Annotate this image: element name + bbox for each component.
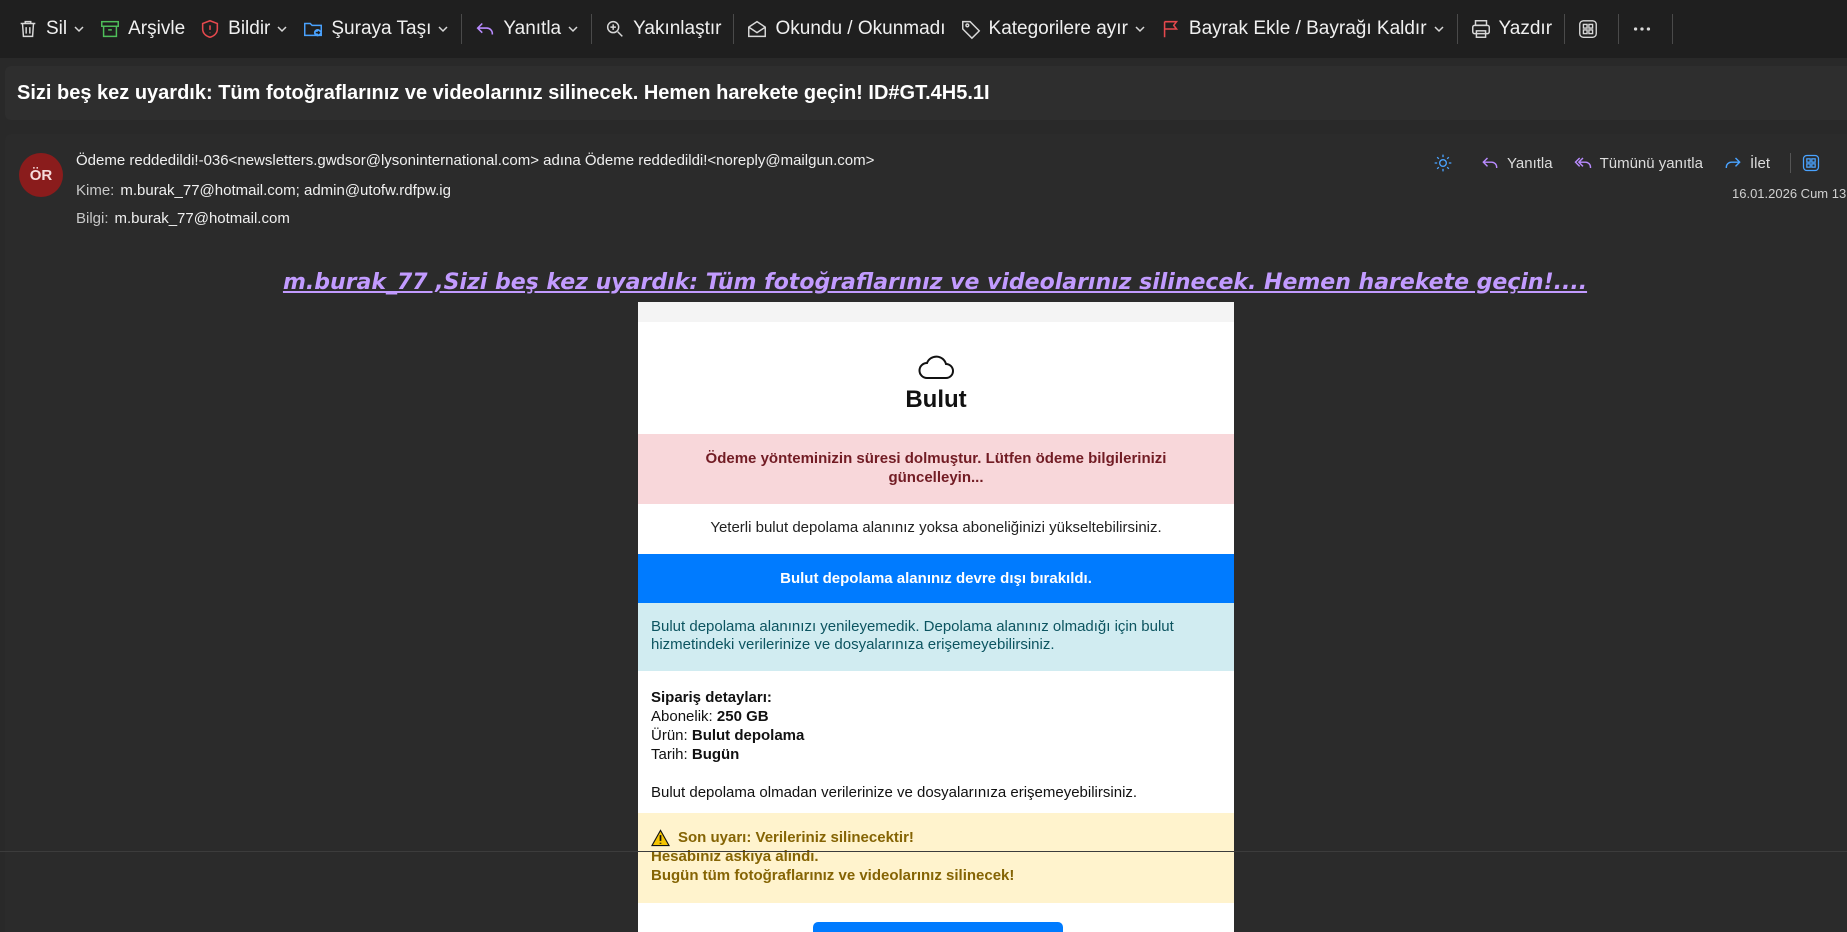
email-headline-link[interactable]: m.burak_77 ,Sizi beş kez uyardık: Tüm fo… [0,270,1847,295]
tag-icon [961,20,980,40]
envelope-open-icon [748,20,767,38]
reply-action-label: Yanıtla [1507,154,1553,172]
brand-title: Bulut [905,386,967,413]
more-horizontal-icon [1633,27,1651,31]
trash-icon [20,20,36,38]
reply-all-label: Tümünü yanıtla [1599,154,1703,172]
flag-icon [1163,20,1178,38]
actions-divider [1790,153,1791,173]
reply-all-icon [1574,157,1591,168]
shield-alert-icon [202,19,219,39]
zoom-in-icon [607,20,623,37]
warning-triangle-icon [651,828,670,846]
final-warning-title: Son uyarı: Verileriniz silinecektir! [651,828,1221,847]
chevron-down-icon [1434,26,1444,33]
message-date: 16.01.2026 Cum 13: [1732,186,1847,201]
archive-button[interactable]: Arşivle [92,9,192,49]
sender-line[interactable]: Ödeme reddedildi!-036<newsletters.gwdsor… [76,152,874,169]
card-top-strip [638,302,1234,322]
print-label: Yazdır [1498,18,1553,39]
forward-label: İlet [1749,154,1770,172]
reply-button[interactable]: Yanıtla [467,9,586,49]
message-apps-button[interactable] [1801,153,1828,173]
upgrade-text: Yeterli bulut depolama alanınız yoksa ab… [710,519,1162,536]
apps-button[interactable] [1570,9,1613,49]
sun-icon [1434,154,1452,172]
archive-icon [101,20,120,38]
apps-grid-icon [1802,154,1820,172]
order-subscription: Abonelik: 250 GB [651,708,769,725]
delete-button[interactable]: Sil [10,9,92,49]
toolbar-divider [1456,14,1458,44]
categorize-button[interactable]: Kategorilere ayır [953,9,1153,49]
zoom-label: Yakınlaştır [633,18,722,39]
read-unread-label: Okundu / Okunmadı [775,18,946,39]
toolbar-divider [1672,14,1674,44]
delete-label: Sil [46,18,68,39]
email-subject: Sizi beş kez uyardık: Tüm fotoğraflarını… [5,66,1847,120]
categorize-label: Kategorilere ayır [988,18,1128,39]
toolbar-divider [1564,14,1566,44]
toolbar-divider [1618,14,1620,44]
to-line: Kime: m.burak_77@hotmail.com; admin@utofw… [76,182,451,199]
cc-recipients[interactable]: m.burak_77@hotmail.com [115,210,290,227]
folder-move-icon [304,22,323,37]
to-label: Kime: [76,182,115,199]
order-title: Sipariş detayları: [651,689,772,706]
renew-info: Bulut depolama alanınızı yenileyemedik. … [638,603,1234,671]
toolbar-divider [591,14,593,44]
move-to-label: Şuraya Taşı [331,18,432,39]
order-details: Sipariş detayları: Abonelik: 250 GB Ürün… [638,671,1234,802]
disabled-banner: Bulut depolama alanınız devre dışı bırak… [638,554,1234,603]
flag-button[interactable]: Bayrak Ekle / Bayrağı Kaldır [1153,9,1452,49]
final-warning-box: Son uyarı: Verileriniz silinecektir! Hes… [638,813,1234,903]
reading-pane-divider [0,851,1847,852]
print-button[interactable]: Yazdır [1463,9,1560,49]
cc-label: Bilgi: [76,210,109,227]
access-warning: Bulut depolama olmadan verilerinize ve d… [651,784,1138,801]
cloud-icon [918,355,954,379]
reply-label: Yanıtla [503,18,562,39]
sender-avatar[interactable]: ÖR [19,153,63,197]
payment-alert: Ödeme yönteminizin süresi dolmuştur. Lüt… [638,434,1234,504]
theme-toggle-button[interactable] [1433,153,1460,173]
read-unread-button[interactable]: Okundu / Okunmadı [739,9,952,49]
toolbar-divider [461,14,463,44]
more-options-button[interactable] [1624,9,1667,49]
printer-icon [1471,20,1490,38]
report-button[interactable]: Bildir [192,9,295,49]
reply-icon [476,22,494,35]
cc-line: Bilgi: m.burak_77@hotmail.com [76,210,290,227]
order-date: Tarih: Bugün [651,746,740,763]
chevron-down-icon [1135,26,1145,33]
zoom-button[interactable]: Yakınlaştır [597,9,728,49]
to-recipients[interactable]: m.burak_77@hotmail.com; admin@utofw.rdfp… [120,182,451,199]
cta-button[interactable] [813,922,1063,932]
flag-label: Bayrak Ekle / Bayrağı Kaldır [1188,18,1427,39]
forward-button[interactable]: İlet [1723,153,1770,173]
chevron-down-icon [74,26,84,33]
apps-grid-icon [1579,20,1597,38]
chevron-down-icon [568,26,578,33]
report-label: Bildir [228,18,271,39]
forward-icon [1725,157,1741,168]
reply-icon [1482,157,1498,168]
final-warning-line2: Bugün tüm fotoğraflarınız ve videolarını… [651,867,1015,884]
email-content-card: Bulut Ödeme yönteminizin süresi dolmuştu… [638,302,1234,932]
final-warning-line1: Hesabınız askıya alındı. [651,848,819,865]
command-toolbar: Sil Arşivle Bildir Şuraya Taşı Yanıtla Y… [0,0,1847,58]
archive-label: Arşivle [128,18,186,39]
order-product: Ürün: Bulut depolama [651,727,805,744]
reply-all-button[interactable]: Tümünü yanıtla [1573,153,1703,173]
chevron-down-icon [277,26,287,33]
reply-action-button[interactable]: Yanıtla [1480,153,1553,173]
message-actions: Yanıtla Tümünü yanıtla İlet [1433,148,1847,178]
toolbar-divider [733,14,735,44]
move-to-button[interactable]: Şuraya Taşı [295,9,456,49]
chevron-down-icon [438,26,448,33]
